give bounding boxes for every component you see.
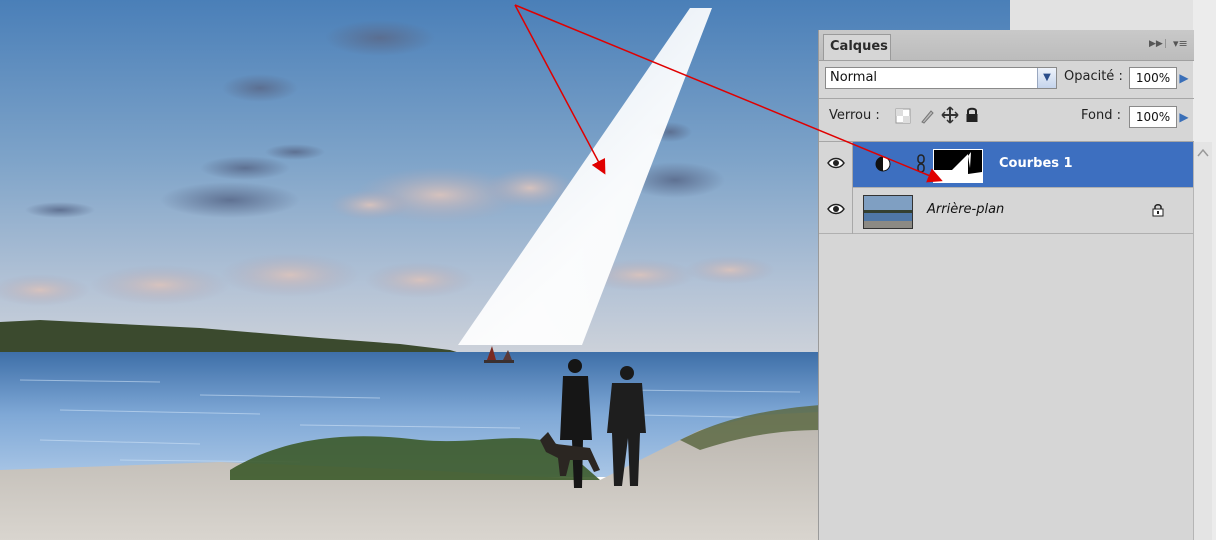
chain-link-icon[interactable]	[917, 154, 925, 174]
blend-mode-select[interactable]: Normal ▼	[825, 67, 1057, 89]
tab-layers[interactable]: Calques	[823, 34, 891, 60]
padlock-icon	[1152, 204, 1164, 217]
scroll-up-icon[interactable]	[1196, 146, 1210, 158]
panel-menu-icon[interactable]: ▾≡	[1173, 37, 1188, 50]
layer-name-curves[interactable]: Courbes 1	[999, 156, 1073, 171]
double-chevron-right-icon[interactable]: ▶▶	[1149, 39, 1163, 49]
blend-opacity-row: Normal ▼ Opacité : 100% ▶	[819, 61, 1194, 97]
eye-icon[interactable]	[827, 202, 845, 216]
layer-row-background[interactable]: Arrière-plan	[819, 188, 1194, 234]
visibility-toggle[interactable]	[819, 188, 853, 234]
layer-name-background[interactable]: Arrière-plan	[927, 202, 1004, 217]
mask-preview	[934, 150, 982, 182]
chevron-down-icon[interactable]: ▼	[1037, 68, 1056, 88]
toolbar-background	[1010, 0, 1216, 30]
fill-input[interactable]: 100%	[1129, 106, 1177, 128]
panel-tab-bar: Calques ▶▶ | ▾≡	[819, 30, 1194, 61]
layers-panel: Calques ▶▶ | ▾≡ Normal ▼ Opacité : 100% …	[818, 30, 1194, 540]
lock-all-icon[interactable]	[965, 107, 983, 125]
layer-thumbnail[interactable]	[863, 195, 913, 229]
layer-row-curves[interactable]: Courbes 1	[819, 142, 1194, 188]
visibility-toggle[interactable]	[819, 142, 853, 188]
divider	[819, 98, 1194, 99]
lock-fill-row: Verrou : Fond : 100% ▶	[819, 104, 1194, 136]
layer-mask-thumbnail[interactable]	[933, 149, 983, 183]
lock-move-icon[interactable]	[941, 106, 959, 124]
opacity-label: Opacité :	[1064, 69, 1123, 84]
eye-icon[interactable]	[827, 156, 845, 170]
lock-label: Verrou :	[829, 108, 880, 123]
opacity-input[interactable]: 100%	[1129, 67, 1177, 89]
blend-mode-value: Normal	[830, 70, 878, 85]
adjustment-circle-icon	[875, 156, 891, 172]
lock-transparency-icon[interactable]	[895, 108, 913, 126]
fill-label: Fond :	[1081, 108, 1121, 123]
layers-scrollbar[interactable]	[1193, 142, 1212, 540]
background-preview	[864, 196, 912, 228]
separator: |	[1164, 39, 1168, 49]
lock-brush-icon[interactable]	[919, 108, 937, 126]
fill-slider-arrow-icon[interactable]: ▶	[1176, 106, 1192, 128]
opacity-slider-arrow-icon[interactable]: ▶	[1176, 67, 1192, 89]
